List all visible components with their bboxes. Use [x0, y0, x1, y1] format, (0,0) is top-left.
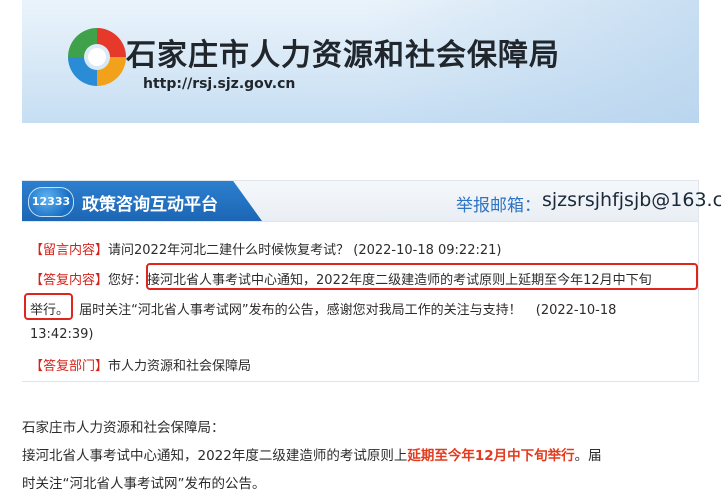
header-banner: 石家庄市人力资源和社会保障局 http://rsj.sjz.gov.cn — [22, 0, 699, 123]
reply-time-a: (2022-10-18 — [535, 303, 617, 318]
policy-consultation-card: 12333 政策咨询互动平台 举报邮箱： sjzsrsjhfjsjb@163.c… — [22, 180, 721, 382]
summary-line-3: 时关注“河北省人事考试网”发布的公告。 — [22, 476, 266, 492]
question-text: 请问2022年河北二建什么时候恢复考试？ — [108, 243, 350, 258]
summary-line-1: 石家庄市人力资源和社会保障局： — [22, 420, 225, 436]
summary-line-2-suffix: 。届 — [574, 448, 602, 464]
summary-line-2-prefix: 接河北省人事考试中心通知，2022年度二级建造师的考试原则上 — [22, 448, 408, 464]
question-row: 【留言内容】请问2022年河北二建什么时候恢复考试？ (2022-10-18 0… — [30, 239, 501, 258]
highlight-box-line2 — [24, 293, 73, 320]
department-row: 【答复部门】市人力资源和社会保障局 — [30, 355, 251, 374]
question-tag: 【留言内容】 — [30, 243, 109, 258]
report-email-label: 举报邮箱： — [456, 196, 541, 216]
hotline-badge: 12333 — [28, 187, 74, 217]
reply-tag: 【答复内容】 — [30, 273, 109, 288]
reply-rest: 届时关注“河北省人事考试网”发布的公告，感谢您对我局工作的关注与支持！ — [79, 303, 522, 318]
reply-time-row: 13:42:39) — [30, 327, 93, 342]
department-tag: 【答复部门】 — [30, 359, 109, 374]
summary-line-2: 接河北省人事考试中心通知，2022年度二级建造师的考试原则上延期至今年12月中下… — [22, 444, 602, 464]
department-text: 市人力资源和社会保障局 — [108, 359, 252, 374]
card-header: 12333 政策咨询互动平台 举报邮箱： sjzsrsjhfjsjb@163.c — [22, 181, 721, 222]
site-title: 石家庄市人力资源和社会保障局 — [126, 38, 560, 73]
reply-time-b: 13:42:39) — [30, 327, 94, 342]
question-time: (2022-10-18 09:22:21) — [353, 243, 502, 258]
reply-greeting: 您好： — [108, 273, 148, 288]
platform-title: 政策咨询互动平台 — [82, 195, 218, 215]
summary-highlight: 延期至今年12月中下旬举行 — [407, 448, 575, 464]
report-email[interactable]: sjzsrsjhfjsjb@163.c — [542, 189, 721, 211]
bureau-logo-icon — [68, 28, 126, 86]
highlight-box-line1 — [146, 263, 698, 290]
reply-row-2: 举行。 届时关注“河北省人事考试网”发布的公告，感谢您对我局工作的关注与支持！ … — [30, 299, 616, 318]
site-url[interactable]: http://rsj.sjz.gov.cn — [143, 76, 295, 92]
